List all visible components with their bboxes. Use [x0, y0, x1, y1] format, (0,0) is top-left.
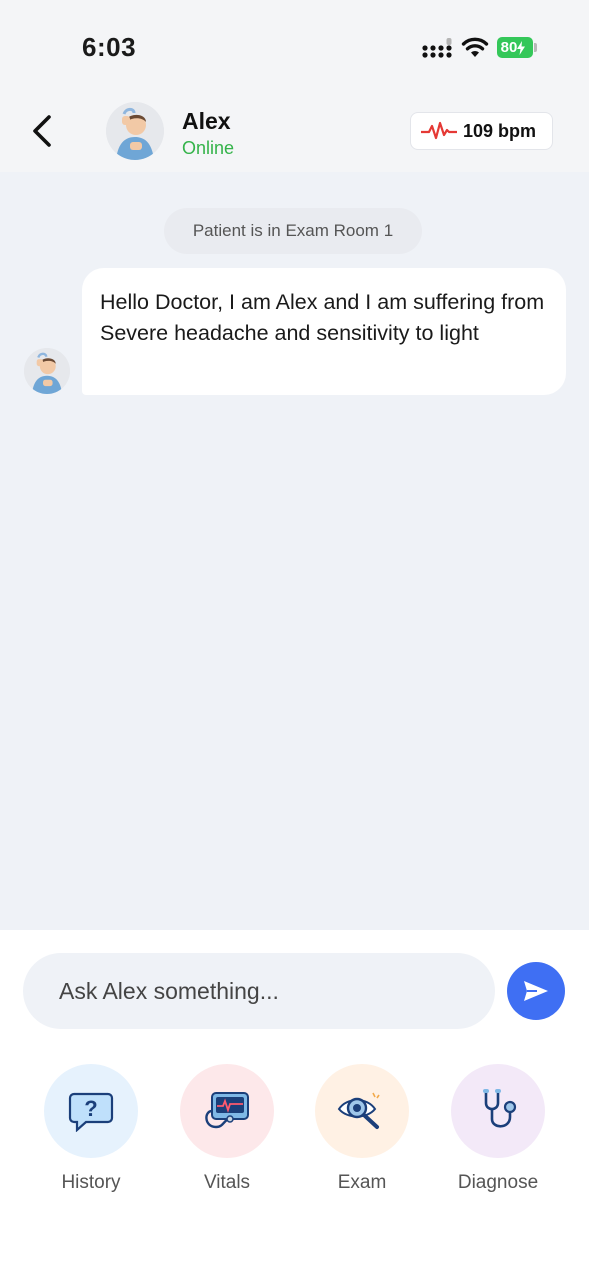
vitals-circle	[180, 1064, 274, 1158]
chevron-left-icon	[33, 115, 51, 147]
history-button[interactable]: ? History	[41, 1064, 141, 1194]
heartbeat-icon	[421, 121, 457, 140]
diagnose-label: Diagnose	[457, 1172, 539, 1193]
svg-text:?: ?	[84, 1096, 97, 1121]
status-bar: 6:03 80	[0, 0, 589, 90]
history-label: History	[61, 1172, 121, 1193]
chat-area[interactable]: Patient is in Exam Room 1 Hello Doctor, …	[0, 172, 589, 930]
contact-status: Online	[182, 138, 235, 158]
vitals-monitor-icon	[205, 1092, 249, 1129]
diagnose-button[interactable]: Diagnose	[448, 1064, 548, 1194]
chat-header: Alex Online 109 bpm	[0, 90, 589, 172]
exam-label: Exam	[337, 1172, 387, 1193]
question-bubble-icon: ?	[68, 1092, 114, 1132]
back-button[interactable]	[22, 108, 62, 154]
vitals-label: Vitals	[203, 1172, 251, 1193]
chat-screen: 6:03 80 Alex Online 109 bpm Patient is i…	[0, 0, 589, 1280]
bottom-panel: ? History Vitals	[0, 930, 589, 1280]
exam-button[interactable]: Exam	[312, 1064, 412, 1194]
vitals-button[interactable]: Vitals	[177, 1064, 277, 1194]
system-message: Patient is in Exam Room 1	[164, 208, 422, 254]
avatar[interactable]	[106, 102, 164, 160]
contact-name: Alex	[182, 108, 231, 134]
battery-charging-icon: 80	[497, 37, 533, 58]
message-bubble: Hello Doctor, I am Alex and I am sufferi…	[82, 268, 566, 395]
battery-tip	[534, 43, 537, 52]
wifi-icon	[461, 37, 489, 57]
send-icon	[524, 981, 548, 1001]
diagnose-circle	[451, 1064, 545, 1158]
patient-avatar-icon	[106, 102, 164, 160]
heart-rate-value: 109 bpm	[463, 120, 537, 141]
cellular-signal-icon	[422, 38, 452, 58]
history-circle: ?	[44, 1064, 138, 1158]
send-button[interactable]	[507, 962, 565, 1020]
eye-magnifier-icon	[337, 1092, 380, 1129]
bolt-icon	[517, 40, 526, 55]
message-input[interactable]	[23, 953, 495, 1029]
exam-circle	[315, 1064, 409, 1158]
stethoscope-icon	[483, 1089, 517, 1128]
battery-level: 80	[500, 39, 518, 56]
status-time: 6:03	[82, 32, 137, 62]
patient-avatar-icon	[24, 348, 70, 394]
message-avatar	[24, 348, 70, 394]
heart-rate-badge: 109 bpm	[410, 112, 553, 150]
message-input-container	[23, 953, 495, 1029]
